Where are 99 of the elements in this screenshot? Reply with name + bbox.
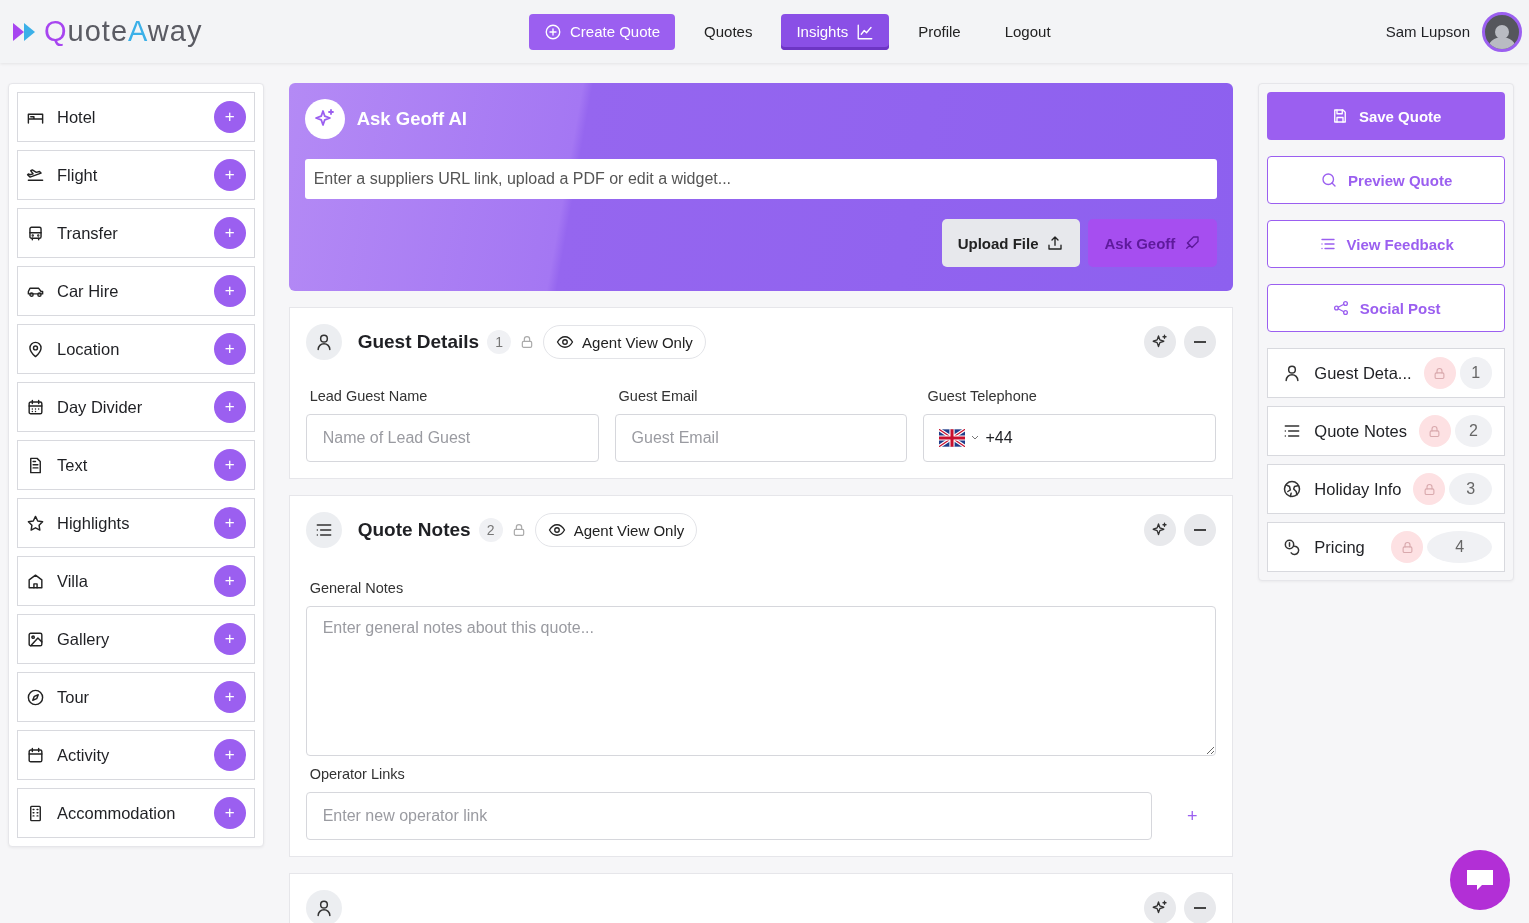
outline-item[interactable]: Holiday Info 3: [1267, 464, 1505, 514]
nav-link[interactable]: Insights: [781, 13, 890, 50]
location-pin-icon: [26, 339, 45, 359]
ai-sparkle-button[interactable]: [1144, 326, 1177, 358]
lock-icon: [1432, 365, 1448, 381]
agent-view-toggle[interactable]: Agent View Only: [543, 325, 706, 359]
action-button[interactable]: Social Post: [1267, 284, 1505, 332]
field-label: General Notes: [308, 580, 405, 596]
nav-link[interactable]: Profile: [903, 13, 976, 50]
action-button[interactable]: View Feedback: [1267, 220, 1505, 268]
widget-item[interactable]: Day Divider +: [17, 382, 255, 432]
field-label: Guest Telephone: [926, 388, 1038, 404]
add-button[interactable]: +: [213, 391, 246, 423]
collapse-button[interactable]: [1184, 892, 1217, 923]
widget-item[interactable]: Villa +: [17, 556, 255, 606]
minus-icon: [1194, 341, 1207, 343]
lock-icon: [1427, 423, 1443, 439]
eye-icon: [556, 333, 575, 351]
action-button[interactable]: Save Quote: [1267, 92, 1505, 140]
ai-sparkle-button[interactable]: [1144, 892, 1177, 923]
agent-view-toggle[interactable]: Agent View Only: [534, 513, 698, 547]
collapse-button[interactable]: [1184, 514, 1217, 546]
widget-item[interactable]: Tour +: [17, 672, 255, 722]
add-button[interactable]: +: [213, 275, 246, 307]
chart-icon: [856, 22, 875, 41]
section-title: Guest Details: [357, 331, 480, 353]
ai-sparkle-button[interactable]: [1144, 514, 1177, 546]
logo: QuoteAway: [44, 15, 203, 48]
section-title: Quote Notes: [357, 519, 471, 541]
section-number: 1: [487, 330, 512, 354]
globe-icon: [1282, 479, 1303, 499]
section-number: 1: [1459, 357, 1492, 389]
eye-icon: [547, 521, 566, 539]
section-number: 4: [1427, 531, 1493, 563]
plus-circle-icon: [544, 22, 562, 41]
calendar-icon: [26, 397, 45, 417]
widget-item[interactable]: Highlights +: [17, 498, 255, 548]
add-link-button[interactable]: +: [1168, 800, 1217, 832]
input-field[interactable]: Guest Email: [614, 414, 908, 462]
outline-item[interactable]: Pricing 4: [1267, 522, 1505, 572]
widget-item[interactable]: Hotel +: [17, 92, 255, 142]
field-label: Lead Guest Name: [308, 388, 429, 404]
ai-input-field[interactable]: Enter a suppliers URL link, upload a PDF or edit a widget...: [304, 159, 1218, 199]
share-icon: [1331, 299, 1350, 317]
outline-item[interactable]: Quote Notes 2: [1267, 406, 1505, 456]
field-label: Operator Links: [308, 766, 406, 782]
add-button[interactable]: +: [213, 101, 246, 133]
add-button[interactable]: +: [213, 739, 246, 771]
avatar[interactable]: [1482, 11, 1522, 52]
add-button[interactable]: +: [213, 217, 246, 249]
add-button[interactable]: +: [213, 333, 246, 365]
ai-title: Ask Geoff AI: [356, 108, 467, 130]
telephone-field[interactable]: +44: [923, 414, 1217, 462]
minus-icon: [1194, 529, 1207, 531]
widget-item[interactable]: Gallery +: [17, 614, 255, 664]
add-button[interactable]: +: [213, 507, 246, 539]
nav-link[interactable]: Quotes: [689, 13, 768, 50]
add-button[interactable]: +: [213, 797, 246, 829]
user-name: Sam Lupson: [1385, 23, 1470, 40]
operator-link-field[interactable]: Enter new operator link: [305, 792, 1153, 840]
chat-icon: [1465, 867, 1495, 893]
add-button[interactable]: +: [213, 449, 246, 481]
widget-item[interactable]: Activity +: [17, 730, 255, 780]
section-number: 2: [1455, 415, 1492, 447]
widget-item[interactable]: Flight +: [17, 150, 255, 200]
caret-icon: [971, 435, 980, 441]
lock-icon: [1422, 481, 1437, 497]
image-icon: [26, 629, 45, 649]
add-button[interactable]: +: [213, 681, 246, 713]
calendar-icon: [26, 745, 45, 765]
add-button[interactable]: +: [213, 623, 246, 655]
widget-item[interactable]: Text +: [17, 440, 255, 490]
chat-button[interactable]: [1450, 850, 1510, 910]
section-number: 3: [1449, 473, 1492, 505]
widget-item[interactable]: Location +: [17, 324, 255, 374]
nav-link[interactable]: Logout: [989, 13, 1066, 50]
widget-item[interactable]: Transfer +: [17, 208, 255, 258]
lock-icon: [1399, 539, 1415, 555]
flag-icon: [939, 429, 966, 447]
minus-icon: [1194, 907, 1207, 909]
input-field[interactable]: Name of Lead Guest: [305, 414, 599, 462]
create-button[interactable]: Create Quote: [529, 13, 676, 50]
collapse-button[interactable]: [1184, 326, 1217, 358]
widget-item[interactable]: Car Hire +: [17, 266, 255, 316]
widget-item[interactable]: Accommodation +: [17, 788, 255, 838]
house-icon: [26, 571, 45, 591]
action-button[interactable]: Preview Quote: [1267, 156, 1505, 204]
star-icon: [26, 513, 45, 533]
add-button[interactable]: +: [213, 565, 246, 597]
upload-icon: [1046, 234, 1065, 252]
field-label: Guest Email: [617, 388, 699, 404]
outline-item[interactable]: Guest Deta... 1: [1267, 348, 1505, 398]
bus-icon: [26, 223, 45, 243]
compass-icon: [26, 687, 45, 707]
add-button[interactable]: +: [213, 159, 246, 191]
notes-field[interactable]: Enter general notes about this quote...: [305, 606, 1217, 756]
upload-button[interactable]: Upload File: [941, 219, 1081, 267]
section-number: 2: [478, 518, 503, 542]
phone-value: +44: [985, 429, 1013, 447]
